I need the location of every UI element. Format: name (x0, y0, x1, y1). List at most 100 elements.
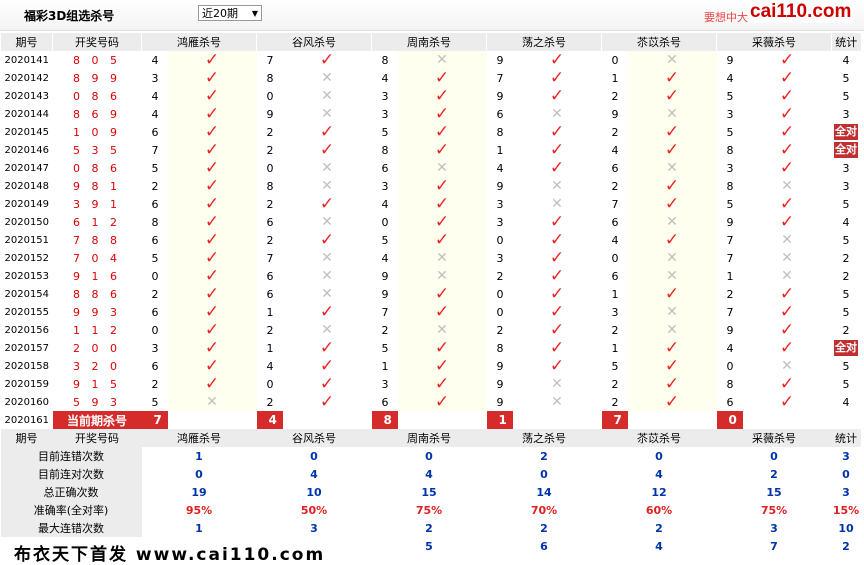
result-mark-cell: ✓ (283, 231, 372, 249)
cross-icon: ✕ (206, 394, 218, 410)
cross-icon: ✕ (321, 268, 333, 284)
kill-number-cell: 9 (496, 359, 504, 373)
cross-icon: ✕ (551, 376, 563, 392)
check-icon: ✓ (664, 375, 680, 393)
stat-cell: 4 (842, 53, 850, 67)
result-mark-cell: ✓ (397, 339, 487, 357)
kill-number-cell: 6 (611, 161, 619, 175)
kill-number-cell: 4 (151, 107, 159, 121)
col-expert-1: 鸿雁杀号 (141, 33, 257, 51)
summary-value: 0 (256, 447, 372, 465)
kill-number-cell: 2 (496, 323, 504, 337)
table-row: 2020155 9 9 3 6 ✓ 1 ✓ 7 ✓ 0 ✓ 3 ✕ 7 ✓ 5 (0, 303, 861, 321)
cross-icon: ✕ (321, 322, 333, 338)
period-cell: 2020150 (0, 213, 53, 231)
col-period: 期号 (0, 33, 53, 51)
result-mark-cell: ✕ (283, 285, 372, 303)
kill-number-cell: 2 (611, 89, 619, 103)
current-kill-number: 8 (371, 411, 398, 429)
period-cell: 2020156 (0, 321, 53, 339)
col-expert-3: 周南杀号 (371, 429, 487, 447)
result-mark-cell: ✓ (627, 285, 717, 303)
kill-number-cell: 3 (151, 71, 159, 85)
kill-number-cell: 8 (726, 377, 734, 391)
check-icon: ✓ (434, 285, 450, 303)
result-mark-cell: ✓ (627, 123, 717, 141)
kill-number-cell: 5 (726, 89, 734, 103)
kill-number-cell: 6 (381, 161, 389, 175)
kill-number-cell: 4 (381, 251, 389, 265)
result-mark-cell: ✕ (743, 231, 832, 249)
check-icon: ✓ (434, 213, 450, 231)
summary-stat: 15% (831, 501, 861, 519)
result-mark-cell: ✓ (167, 69, 257, 87)
result-mark-cell: ✓ (513, 141, 602, 159)
check-icon: ✓ (319, 375, 335, 393)
result-mark-cell: ✕ (283, 249, 372, 267)
draw-number-cell: 9 1 6 (73, 269, 121, 283)
kill-number-cell: 9 (496, 89, 504, 103)
result-mark-cell: ✕ (627, 213, 717, 231)
check-icon: ✓ (204, 51, 220, 69)
result-mark-cell: ✓ (167, 51, 257, 69)
summary-stat: 3 (831, 447, 861, 465)
period-range-select[interactable]: 近20期 ▼ (198, 5, 262, 21)
summary-value: 4 (256, 465, 372, 483)
result-mark-cell: ✓ (167, 195, 257, 213)
check-icon: ✓ (779, 339, 795, 357)
result-mark-cell: ✓ (743, 141, 832, 159)
summary-value: 7 (716, 537, 832, 555)
kill-number-cell: 8 (381, 53, 389, 67)
check-icon: ✓ (549, 123, 565, 141)
check-icon: ✓ (434, 141, 450, 159)
period-cell: 2020158 (0, 357, 53, 375)
kill-number-cell: 9 (726, 53, 734, 67)
cross-icon: ✕ (666, 322, 678, 338)
all-correct-badge: 全对 (834, 142, 858, 158)
check-icon: ✓ (204, 177, 220, 195)
col-expert-6: 采薇杀号 (716, 429, 832, 447)
cross-icon: ✕ (781, 178, 793, 194)
kill-number-cell: 6 (496, 107, 504, 121)
cross-icon: ✕ (781, 358, 793, 374)
table-row: 2020149 3 9 1 6 ✓ 2 ✓ 4 ✓ 3 ✕ 7 ✓ 5 ✓ 5 (0, 195, 861, 213)
site-logo[interactable]: cai110.com (748, 1, 854, 23)
chevron-down-icon: ▼ (251, 9, 258, 18)
kill-number-cell: 4 (726, 71, 734, 85)
check-icon: ✓ (549, 159, 565, 177)
result-mark-cell: ✕ (627, 249, 717, 267)
kill-number-cell: 0 (496, 305, 504, 319)
kill-number-cell: 9 (496, 179, 504, 193)
result-mark-cell: ✕ (627, 267, 717, 285)
check-icon: ✓ (204, 195, 220, 213)
result-mark-cell: ✕ (513, 105, 602, 123)
col-expert-5: 苶苡杀号 (601, 33, 717, 51)
check-icon: ✓ (434, 177, 450, 195)
kill-number-cell: 6 (611, 269, 619, 283)
cross-icon: ✕ (551, 394, 563, 410)
kill-number-cell: 7 (266, 53, 274, 67)
result-mark-cell: ✓ (627, 69, 717, 87)
result-mark-cell: ✓ (397, 303, 487, 321)
kill-number-cell: 2 (611, 179, 619, 193)
period-cell: 2020152 (0, 249, 53, 267)
period-cell: 2020141 (0, 51, 53, 69)
result-mark-cell: ✓ (397, 123, 487, 141)
stat-cell: 全对 (832, 339, 861, 357)
result-mark-cell: ✓ (167, 177, 257, 195)
draw-number-cell: 0 8 6 (73, 161, 121, 175)
result-mark-cell: ✕ (397, 51, 487, 69)
draw-number-cell: 8 8 6 (73, 287, 121, 301)
summary-value: 3 (256, 519, 372, 537)
cross-icon: ✕ (436, 268, 448, 284)
result-mark-cell: ✓ (167, 339, 257, 357)
result-mark-cell: ✓ (743, 51, 832, 69)
result-mark-cell: ✓ (513, 159, 602, 177)
draw-number-cell: 9 1 5 (73, 377, 121, 391)
table-row: 2020153 9 1 6 0 ✓ 6 ✕ 9 ✕ 2 ✓ 6 ✕ 1 ✕ 2 (0, 267, 861, 285)
cross-icon: ✕ (551, 196, 563, 212)
kill-number-cell: 2 (151, 179, 159, 193)
current-kill-number: 0 (716, 411, 743, 429)
result-mark-cell: ✓ (743, 195, 832, 213)
check-icon: ✓ (664, 339, 680, 357)
